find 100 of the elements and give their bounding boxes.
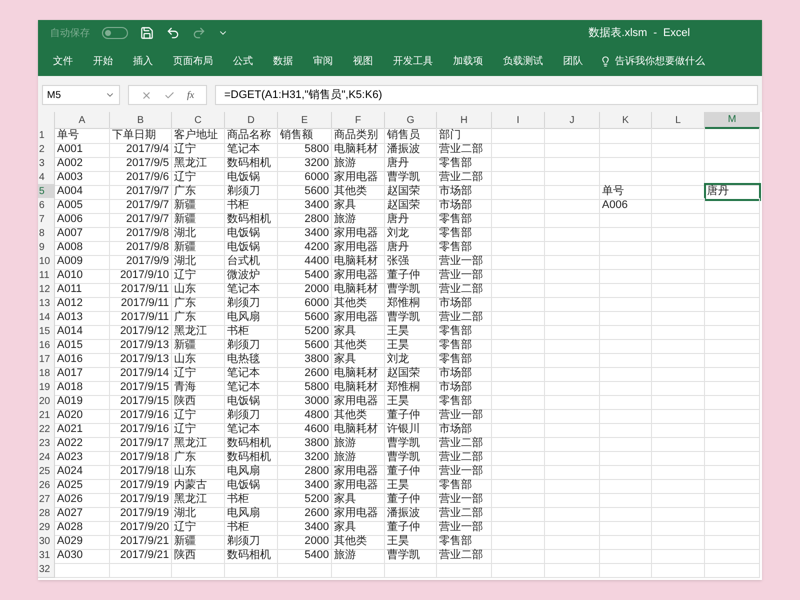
empty-cell[interactable] (545, 534, 600, 550)
column-header[interactable]: L (652, 112, 705, 129)
empty-cell[interactable] (492, 422, 545, 438)
empty-cell[interactable] (492, 548, 545, 564)
empty-cell[interactable] (545, 142, 600, 158)
empty-cell[interactable] (705, 198, 760, 214)
empty-cell[interactable] (600, 212, 652, 228)
empty-cell[interactable] (652, 464, 705, 480)
empty-cell[interactable] (492, 492, 545, 508)
empty-cell[interactable] (600, 128, 652, 144)
column-header[interactable]: H (437, 112, 492, 129)
empty-cell[interactable] (652, 338, 705, 354)
empty-cell[interactable] (652, 352, 705, 368)
empty-cell[interactable] (600, 408, 652, 424)
empty-cell[interactable] (600, 282, 652, 298)
empty-cell[interactable] (545, 338, 600, 354)
empty-cell[interactable] (492, 464, 545, 480)
empty-cell[interactable] (705, 268, 760, 284)
column-header[interactable]: K (600, 112, 652, 129)
empty-cell[interactable] (545, 422, 600, 438)
empty-cell[interactable] (545, 408, 600, 424)
empty-cell[interactable] (545, 520, 600, 536)
cancel-icon[interactable] (141, 90, 152, 100)
empty-cell[interactable] (705, 352, 760, 368)
empty-cell[interactable] (652, 240, 705, 256)
empty-cell[interactable] (705, 422, 760, 438)
empty-cell[interactable] (492, 282, 545, 298)
empty-cell[interactable] (492, 436, 545, 452)
empty-cell[interactable] (492, 450, 545, 466)
formula-input[interactable]: =DGET(A1:H31,"销售员",K5:K6) (215, 85, 758, 105)
empty-cell[interactable] (705, 394, 760, 410)
empty-cell[interactable] (705, 380, 760, 396)
ribbon-tab[interactable]: 公式 (226, 50, 260, 72)
empty-cell[interactable] (172, 562, 225, 578)
empty-cell[interactable] (652, 506, 705, 522)
empty-cell[interactable] (652, 324, 705, 340)
empty-cell[interactable] (600, 492, 652, 508)
empty-cell[interactable] (545, 212, 600, 228)
empty-cell[interactable] (332, 562, 385, 578)
empty-cell[interactable] (385, 562, 437, 578)
empty-cell[interactable] (600, 352, 652, 368)
empty-cell[interactable] (110, 562, 172, 578)
empty-cell[interactable] (652, 142, 705, 158)
empty-cell[interactable] (492, 366, 545, 382)
empty-cell[interactable] (492, 478, 545, 494)
empty-cell[interactable] (492, 198, 545, 214)
empty-cell[interactable] (545, 562, 600, 578)
empty-cell[interactable] (705, 534, 760, 550)
insert-function-button[interactable]: fx (187, 88, 194, 102)
empty-cell[interactable] (705, 142, 760, 158)
empty-cell[interactable] (492, 562, 545, 578)
column-header[interactable]: I (492, 112, 545, 129)
empty-cell[interactable] (652, 254, 705, 270)
empty-cell[interactable] (705, 520, 760, 536)
empty-cell[interactable] (492, 296, 545, 312)
empty-cell[interactable] (492, 212, 545, 228)
empty-cell[interactable] (652, 534, 705, 550)
empty-cell[interactable] (652, 520, 705, 536)
ribbon-tab[interactable]: 审阅 (306, 50, 340, 72)
column-header[interactable]: J (545, 112, 600, 129)
empty-cell[interactable] (545, 464, 600, 480)
ribbon-tab[interactable]: 视图 (346, 50, 380, 72)
empty-cell[interactable] (600, 562, 652, 578)
empty-cell[interactable] (652, 548, 705, 564)
empty-cell[interactable] (545, 128, 600, 144)
empty-cell[interactable] (545, 170, 600, 186)
empty-cell[interactable] (600, 436, 652, 452)
column-header[interactable]: M (705, 112, 760, 129)
empty-cell[interactable] (652, 408, 705, 424)
empty-cell[interactable] (545, 548, 600, 564)
empty-cell[interactable] (705, 366, 760, 382)
empty-cell[interactable] (652, 128, 705, 144)
column-header[interactable]: B (110, 112, 172, 129)
empty-cell[interactable] (545, 240, 600, 256)
empty-cell[interactable] (492, 394, 545, 410)
empty-cell[interactable] (705, 338, 760, 354)
empty-cell[interactable] (545, 436, 600, 452)
empty-cell[interactable] (600, 170, 652, 186)
empty-cell[interactable] (705, 562, 760, 578)
empty-cell[interactable] (545, 506, 600, 522)
empty-cell[interactable] (600, 338, 652, 354)
empty-cell[interactable] (492, 142, 545, 158)
empty-cell[interactable] (600, 310, 652, 326)
empty-cell[interactable] (600, 142, 652, 158)
empty-cell[interactable] (652, 422, 705, 438)
empty-cell[interactable] (705, 240, 760, 256)
empty-cell[interactable] (545, 450, 600, 466)
empty-cell[interactable] (652, 198, 705, 214)
empty-cell[interactable] (652, 170, 705, 186)
empty-cell[interactable] (652, 394, 705, 410)
empty-cell[interactable] (545, 226, 600, 242)
empty-cell[interactable] (545, 268, 600, 284)
ribbon-tab[interactable]: 加载项 (446, 50, 490, 72)
empty-cell[interactable] (278, 562, 332, 578)
empty-cell[interactable] (492, 324, 545, 340)
empty-cell[interactable] (545, 380, 600, 396)
empty-cell[interactable] (705, 254, 760, 270)
empty-cell[interactable] (705, 212, 760, 228)
empty-cell[interactable] (705, 436, 760, 452)
ribbon-tab[interactable]: 团队 (556, 50, 590, 72)
